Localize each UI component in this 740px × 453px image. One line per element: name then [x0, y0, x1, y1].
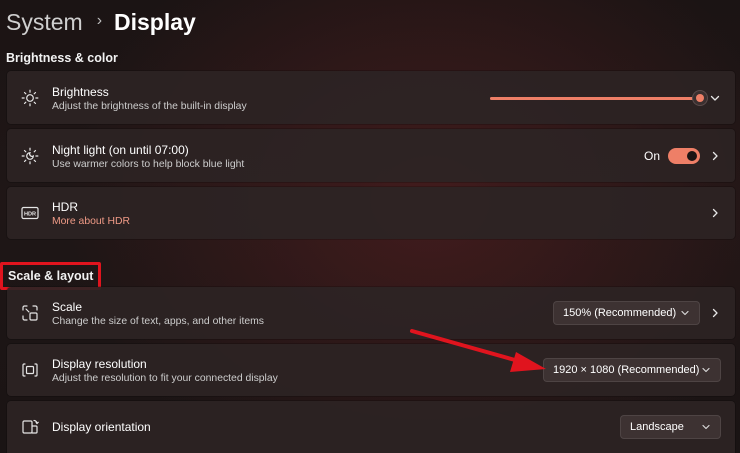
brightness-card[interactable]: Brightness Adjust the brightness of the …: [7, 71, 735, 124]
display-resolution-dropdown[interactable]: 1920 × 1080 (Recommended): [543, 358, 721, 382]
breadcrumb-separator: ›: [96, 12, 103, 29]
night-light-subtitle: Use warmer colors to help block blue lig…: [52, 159, 245, 170]
page-title: Display: [114, 8, 196, 35]
scale-dropdown[interactable]: 150% (Recommended): [553, 301, 700, 325]
display-orientation-dropdown-value: Landscape: [630, 421, 684, 433]
brightness-slider-fill: [490, 97, 700, 100]
chevron-right-icon[interactable]: [709, 207, 721, 219]
chevron-down-icon: [680, 308, 690, 318]
scale-card[interactable]: Scale Change the size of text, apps, and…: [7, 287, 735, 339]
breadcrumb: System › Display: [6, 6, 196, 38]
section-title-scale-layout: Scale & layout: [0, 262, 102, 290]
night-light-card[interactable]: Night light (on until 07:00) Use warmer …: [7, 129, 735, 182]
night-light-title: Night light (on until 07:00): [52, 143, 189, 157]
hdr-card[interactable]: HDR HDR More about HDR: [7, 187, 735, 239]
scale-subtitle: Change the size of text, apps, and other…: [52, 316, 264, 327]
sun-icon: [20, 88, 40, 108]
scale-title: Scale: [52, 300, 83, 314]
night-light-icon: [20, 146, 40, 166]
night-light-toggle-label: On: [644, 149, 661, 163]
display-resolution-subtitle: Adjust the resolution to fit your connec…: [52, 373, 278, 384]
display-orientation-title: Display orientation: [52, 420, 151, 434]
chevron-down-icon: [701, 422, 711, 432]
chevron-down-icon: [701, 365, 711, 375]
hdr-icon: HDR: [20, 203, 40, 223]
brightness-slider[interactable]: [490, 91, 707, 105]
section-title-brightness-color: Brightness & color: [6, 51, 118, 65]
display-orientation-card[interactable]: Display orientation Landscape: [7, 401, 735, 453]
scale-dropdown-value: 150% (Recommended): [563, 307, 677, 319]
display-resolution-dropdown-value: 1920 × 1080 (Recommended): [553, 364, 700, 376]
display-resolution-card[interactable]: Display resolution Adjust the resolution…: [7, 344, 735, 396]
resolution-icon: [20, 360, 40, 380]
night-light-toggle[interactable]: [668, 148, 700, 164]
brightness-subtitle: Adjust the brightness of the built-in di…: [52, 101, 247, 112]
scale-icon: [20, 303, 40, 323]
display-orientation-dropdown[interactable]: Landscape: [620, 415, 721, 439]
display-resolution-title: Display resolution: [52, 357, 147, 371]
brightness-title: Brightness: [52, 85, 109, 99]
chevron-right-icon[interactable]: [709, 150, 721, 162]
orientation-icon: [20, 417, 40, 437]
chevron-right-icon[interactable]: [709, 307, 721, 319]
svg-text:HDR: HDR: [24, 212, 36, 218]
brightness-slider-thumb[interactable]: [693, 91, 707, 105]
chevron-down-icon[interactable]: [709, 92, 721, 104]
breadcrumb-system-link[interactable]: System: [6, 9, 83, 36]
more-about-hdr-link[interactable]: More about HDR: [52, 215, 130, 229]
hdr-title: HDR: [52, 200, 78, 214]
